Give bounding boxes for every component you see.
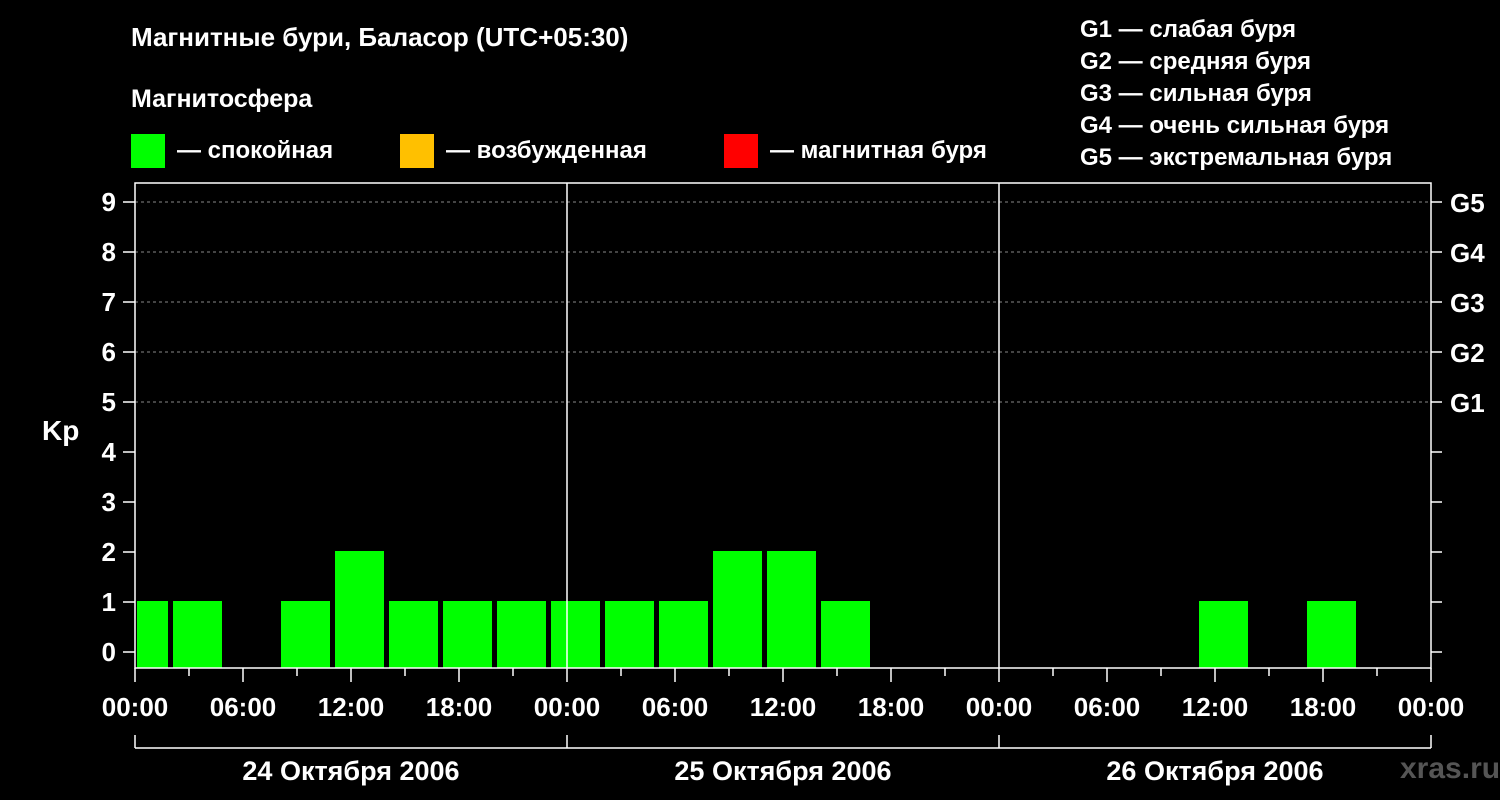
kp-bar — [1199, 601, 1248, 668]
x-tick-label: 18:00 — [1290, 692, 1357, 722]
x-tick-label: 00:00 — [966, 692, 1033, 722]
g-level-label: G4 — [1450, 238, 1485, 268]
y-tick-label: 4 — [102, 437, 117, 467]
kp-bar — [335, 551, 384, 668]
kp-bar — [659, 601, 708, 668]
x-tick-label: 06:00 — [642, 692, 709, 722]
day-label: 26 Октября 2006 — [1106, 756, 1323, 786]
kp-bar — [137, 601, 168, 668]
y-tick-label: 5 — [102, 387, 116, 417]
watermark: xras.ru — [1400, 752, 1500, 785]
x-tick-label: 12:00 — [318, 692, 385, 722]
y-tick-label: 1 — [102, 587, 116, 617]
y-tick-label: 8 — [102, 237, 116, 267]
kp-bar — [605, 601, 654, 668]
y-tick-label: 9 — [102, 187, 116, 217]
x-tick-label: 18:00 — [858, 692, 925, 722]
g-level-label: G2 — [1450, 338, 1485, 368]
kp-bar — [551, 601, 600, 668]
kp-bar — [173, 601, 222, 668]
x-tick-label: 18:00 — [426, 692, 493, 722]
y-tick-label: 7 — [102, 287, 116, 317]
g-level-label: G3 — [1450, 288, 1485, 318]
g-level-label: G5 — [1450, 188, 1485, 218]
kp-chart: 0 1 2 3 4 5 6 7 8 9 G1 G2 G3 G4 G5 Kp 00:00 06:00 12:00 18:… — [42, 182, 1485, 786]
g-level-label: G1 — [1450, 388, 1485, 418]
kp-bar — [767, 551, 816, 668]
kp-bar — [281, 601, 330, 668]
kp-bar — [1307, 601, 1356, 668]
kp-bar — [713, 551, 762, 668]
x-tick-label: 12:00 — [750, 692, 817, 722]
x-tick-label: 00:00 — [102, 692, 169, 722]
x-tick-label: 12:00 — [1182, 692, 1249, 722]
kp-bar — [497, 601, 546, 668]
kp-bar — [443, 601, 492, 668]
y-tick-label: 2 — [102, 537, 116, 567]
day-label: 24 Октября 2006 — [242, 756, 459, 786]
y-tick-label: 0 — [102, 637, 116, 667]
x-tick-label: 00:00 — [1398, 692, 1465, 722]
y-axis-label: Kp — [42, 415, 79, 446]
kp-bar — [389, 601, 438, 668]
y-tick-label: 6 — [102, 337, 116, 367]
x-tick-label: 06:00 — [1074, 692, 1141, 722]
day-label: 25 Октября 2006 — [674, 756, 891, 786]
y-tick-label: 3 — [102, 487, 116, 517]
kp-bar — [821, 601, 870, 668]
x-tick-label: 06:00 — [210, 692, 277, 722]
x-tick-label: 00:00 — [534, 692, 601, 722]
